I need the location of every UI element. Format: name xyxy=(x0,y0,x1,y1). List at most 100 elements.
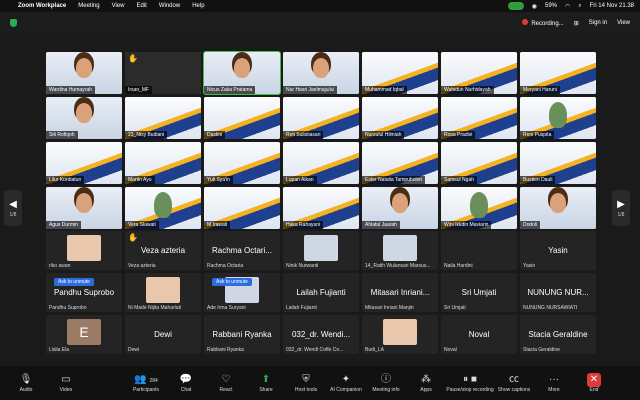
video-tile[interactable]: Dodoli xyxy=(520,187,596,229)
video-button[interactable]: ▭ Video xyxy=(46,373,86,393)
participant-tile[interactable]: 14_Ratih Wulansari Marsus... xyxy=(362,231,438,270)
security-shield-icon[interactable] xyxy=(10,19,17,27)
participant-tile[interactable]: Lailah Fujianti Lailah Fujianti xyxy=(283,273,359,312)
participant-tile[interactable]: ✋ Veza azteria Veza azteria xyxy=(125,231,201,270)
video-tile[interactable]: Wahidun Nurhidayah xyxy=(441,52,517,94)
video-tile[interactable]: Lupan Aikan xyxy=(283,142,359,184)
menu-help[interactable]: Help xyxy=(192,3,204,9)
video-tile[interactable]: Agus Durmin xyxy=(46,187,122,229)
host-tools-button[interactable]: ⛨ Host tools xyxy=(286,373,326,393)
participant-tile[interactable]: Ask to unmute Ade Irma Suryani xyxy=(204,273,280,312)
video-tile[interactable]: Rosa Pradivi xyxy=(441,97,517,139)
screen-share-indicator-icon[interactable] xyxy=(507,2,524,10)
video-tile[interactable]: Muhammad Iqbal xyxy=(362,52,438,94)
video-tile[interactable]: Dastini xyxy=(204,97,280,139)
video-tile[interactable]: Wini Ikkdin Maviarin xyxy=(441,187,517,229)
participant-tile[interactable]: Ni Made Nijita Maharlati xyxy=(125,273,201,312)
participant-name: riko awan xyxy=(49,263,71,269)
captions-label: Show captions xyxy=(497,387,531,393)
participant-tile[interactable]: NUNUNG NUR... NUNUNG NURSAWIATI xyxy=(520,273,596,312)
chat-button[interactable]: 💬 Chat xyxy=(166,373,206,393)
ai-companion-button[interactable]: ✦ AI Companion xyxy=(326,373,366,393)
next-page-button[interactable]: ▶ 1/8 xyxy=(612,190,630,226)
participant-tile[interactable]: riko awan xyxy=(46,231,122,270)
participant-tile[interactable]: Sri Umjati Sri Umjati xyxy=(441,273,517,312)
participant-tile[interactable]: Naila Hardini xyxy=(441,231,517,270)
recording-indicator[interactable]: Recording... xyxy=(522,19,564,27)
participant-display-name: Mitasari Inriani... xyxy=(370,288,430,297)
video-tile[interactable]: Samsul Ngah xyxy=(441,142,517,184)
ask-to-unmute-button[interactable]: Ask to unmute xyxy=(212,278,252,286)
video-tile[interactable]: Ahlatul Jaarah xyxy=(362,187,438,229)
audio-button[interactable]: 🎙 Audio xyxy=(6,373,46,393)
video-tile[interactable]: Haka Rahayuni xyxy=(283,187,359,229)
chevron-right-icon: ▶ xyxy=(617,198,625,210)
wifi-icon[interactable]: ◠ xyxy=(565,3,570,10)
microphone-muted-icon: 🎙 xyxy=(19,374,33,385)
video-tile[interactable]: ✋ Irsan_MF xyxy=(125,52,201,94)
participant-name: Veza azteria xyxy=(128,263,156,269)
participant-name: Samsul Ngah xyxy=(441,176,478,184)
video-tile[interactable]: Vera Slawati xyxy=(125,187,201,229)
pause-recording-button[interactable]: ⏸ ■ Pause/stop recording xyxy=(446,373,494,393)
participant-tile[interactable]: Ask to unmute Pandhu Suprobo Pandhu Suprob… xyxy=(46,273,122,312)
participant-name: M Irawati xyxy=(204,221,231,229)
participant-tile[interactable]: Dewi Dewi xyxy=(125,315,201,354)
video-tile[interactable]: Martin Ayu xyxy=(125,142,201,184)
datetime-label[interactable]: Fri 14 Nov 21.38 xyxy=(590,3,634,9)
video-tile-active-speaker[interactable]: Nicus Zaka Pratama xyxy=(203,51,281,95)
participant-name: Rachma Octaria xyxy=(207,263,244,269)
video-tile[interactable]: Ester Natalia Tampubolon xyxy=(362,142,438,184)
participant-name: 23_Nisy Budiani xyxy=(125,131,168,139)
participant-tile[interactable]: Rabbani Ryanka Rabbani Ryanka xyxy=(204,315,280,354)
participant-tile[interactable]: Noval Noval xyxy=(441,315,517,354)
menu-app-name[interactable]: Zoom Workplace xyxy=(18,3,66,9)
menu-view[interactable]: View xyxy=(112,3,125,9)
video-tile[interactable]: Wardina Humayrah xyxy=(46,52,122,94)
ask-to-unmute-button[interactable]: Ask to unmute xyxy=(54,278,94,286)
view-button[interactable]: View xyxy=(617,20,630,26)
video-tile[interactable]: Meryani Haruni xyxy=(520,52,596,94)
video-tile[interactable]: Nur Hasri Jaelmaju/ai xyxy=(283,52,359,94)
participant-display-name: Noval xyxy=(468,330,490,339)
participant-tile[interactable]: Budi_LA xyxy=(362,315,438,354)
participant-tile[interactable]: Rachma Octari... Rachma Octaria xyxy=(204,231,280,270)
participants-button[interactable]: 👥 284 Participants xyxy=(126,373,166,393)
sign-in-link[interactable]: Sign in xyxy=(589,20,607,26)
video-tile[interactable]: 23_Nisy Budiani xyxy=(125,97,201,139)
participant-name: Mitasari Inriani Manjiri xyxy=(365,305,414,311)
video-tile[interactable]: Yuli Sya'in xyxy=(204,142,280,184)
share-button[interactable]: ⬆ Share xyxy=(246,373,286,393)
captions-button[interactable]: ㏄ Show captions xyxy=(494,373,534,393)
participant-tile[interactable]: Stacia Geraldine Stacia Geraldine xyxy=(520,315,596,354)
video-tile[interactable]: Siti Rofiqoh xyxy=(46,97,122,139)
participant-name: 032_dr. Wendi Coffe Co... xyxy=(286,347,344,353)
participant-tile[interactable]: Yasin Yasin xyxy=(520,231,596,270)
participant-tile[interactable]: Ninik Nurwanti xyxy=(283,231,359,270)
video-tile[interactable]: Reni Puspita xyxy=(520,97,596,139)
menu-window[interactable]: Window xyxy=(159,3,180,9)
participant-tile[interactable]: Mitasari Inriani... Mitasari Inriani Manj… xyxy=(362,273,438,312)
layout-icon[interactable]: ⊞ xyxy=(574,20,579,27)
menu-meeting[interactable]: Meeting xyxy=(78,3,99,9)
zoom-status-icon[interactable]: ◉ xyxy=(532,3,537,10)
video-tile[interactable]: Reti Sulistiasari xyxy=(283,97,359,139)
video-tile[interactable]: Bustien Dauli xyxy=(520,142,596,184)
meeting-info-button[interactable]: ⓘ Meeting info xyxy=(366,373,406,393)
participant-name: Budi_LA xyxy=(365,347,384,353)
participant-tile[interactable]: E Lislia Ela xyxy=(46,315,122,354)
participants-icon: 👥 284 xyxy=(134,374,158,385)
participant-name: Naila Hardini xyxy=(444,263,473,269)
end-meeting-button[interactable]: ✕ End xyxy=(574,373,614,393)
video-tile[interactable]: Lilur Kordiatun xyxy=(46,142,122,184)
react-button[interactable]: ♡ React xyxy=(206,373,246,393)
participant-name: Lislia Ela xyxy=(49,347,70,353)
apps-button[interactable]: ⁂ Apps xyxy=(406,373,446,393)
video-tile[interactable]: M Irawati xyxy=(204,187,280,229)
search-icon[interactable]: ⌕ xyxy=(578,3,581,10)
menu-edit[interactable]: Edit xyxy=(137,3,147,9)
participant-tile[interactable]: 032_dr. Wendi... 032_dr. Wendi Coffe Co..… xyxy=(283,315,359,354)
video-tile[interactable]: Nurzulul Hilmiah xyxy=(362,97,438,139)
prev-page-button[interactable]: ◀ 1/8 xyxy=(4,190,22,226)
more-button[interactable]: ··· More xyxy=(534,373,574,393)
